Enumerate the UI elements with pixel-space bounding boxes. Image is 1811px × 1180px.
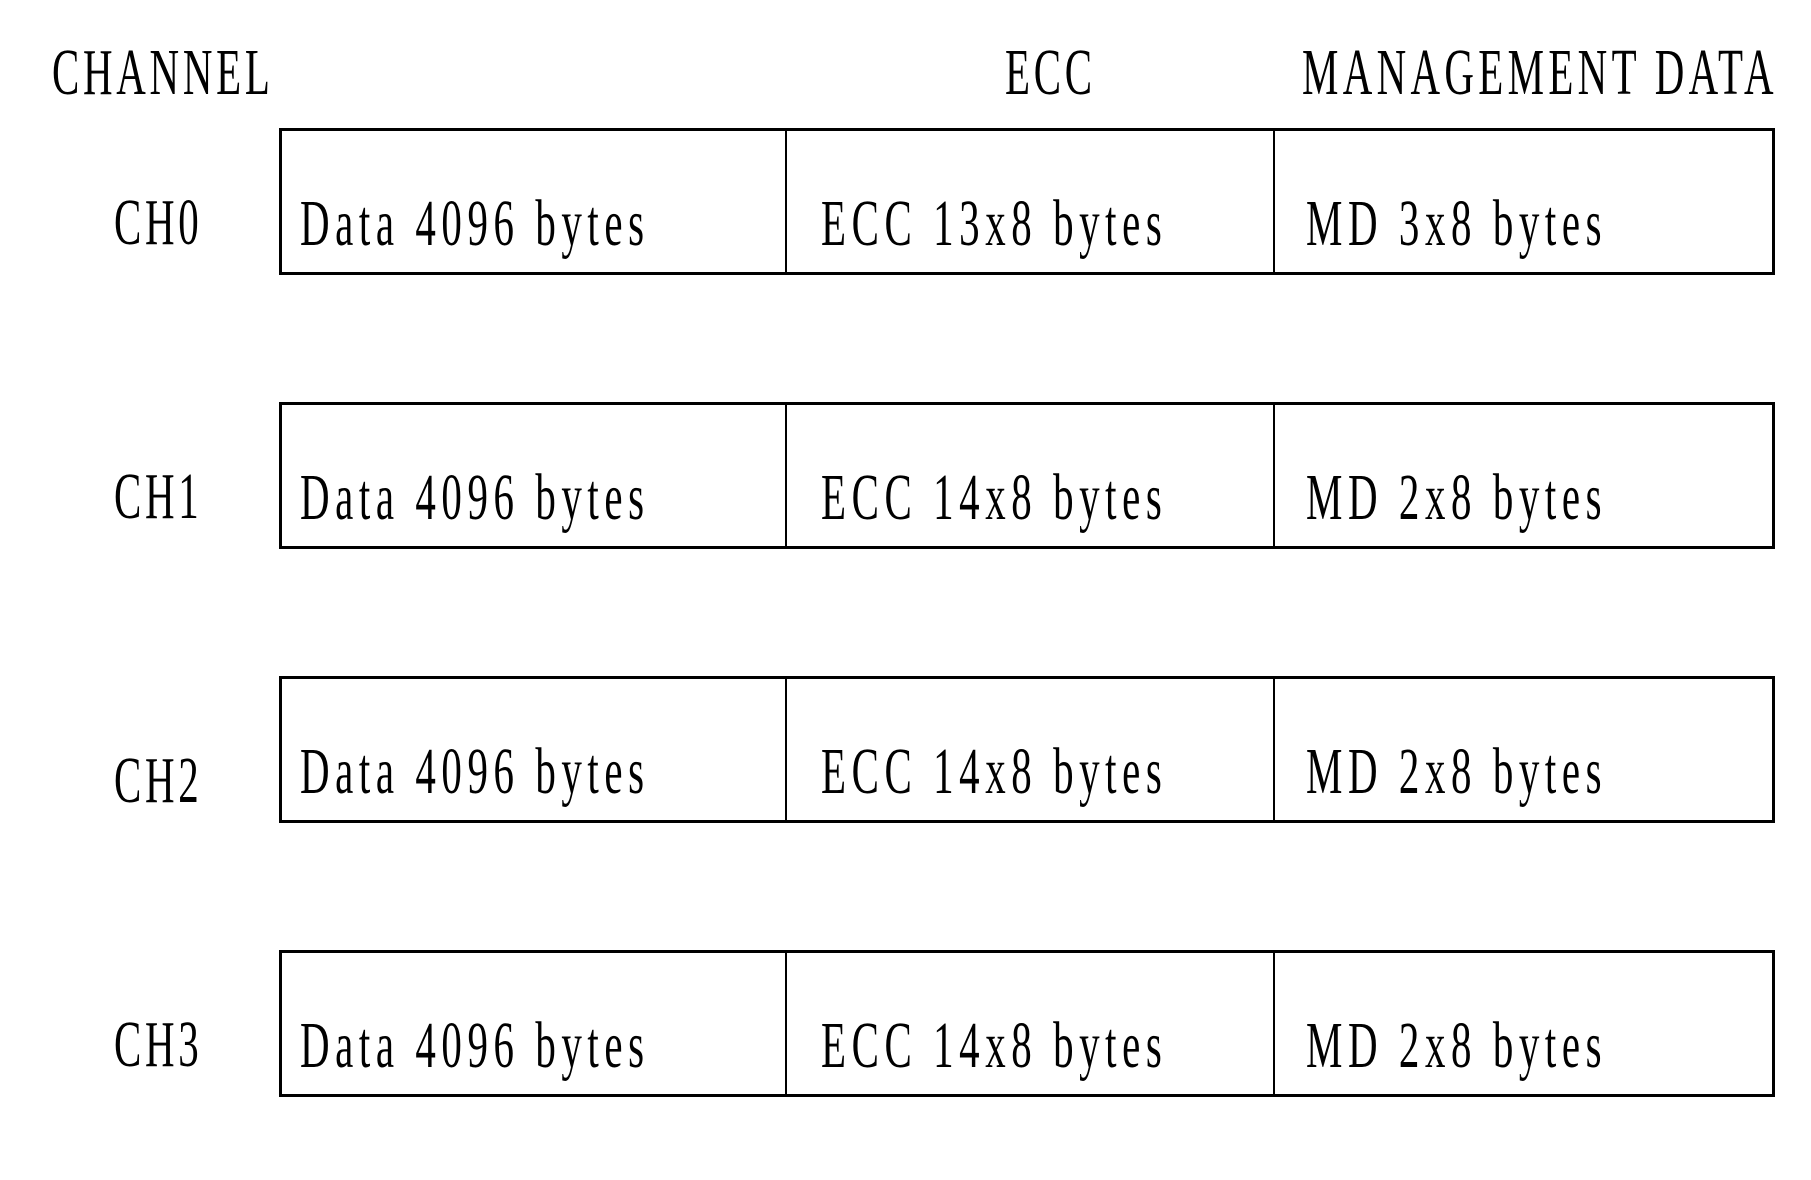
md-cell: MD 2x8 bytes	[1273, 405, 1774, 546]
header-ecc: ECC	[1005, 36, 1096, 109]
md-cell: MD 2x8 bytes	[1273, 679, 1774, 820]
ecc-cell: ECC 14x8 bytes	[785, 679, 1275, 820]
ecc-cell: ECC 14x8 bytes	[785, 405, 1275, 546]
channel-label: CH1	[114, 460, 203, 533]
header-channel: CHANNEL	[52, 36, 274, 109]
header-management-data: MANAGEMENT DATA	[1302, 36, 1778, 109]
page-layout-box: Data 4096 bytes ECC 14x8 bytes MD 2x8 by…	[279, 402, 1775, 549]
page-layout-box: Data 4096 bytes ECC 14x8 bytes MD 2x8 by…	[279, 950, 1775, 1097]
data-size-label: Data 4096 bytes	[300, 461, 650, 534]
channel-row-0: CH0 Data 4096 bytes ECC 13x8 bytes MD 3x…	[0, 128, 1811, 278]
md-cell: MD 3x8 bytes	[1273, 131, 1774, 272]
channel-row-1: CH1 Data 4096 bytes ECC 14x8 bytes MD 2x…	[0, 402, 1811, 552]
md-size-label: MD 2x8 bytes	[1306, 1009, 1608, 1082]
data-cell: Data 4096 bytes	[282, 405, 785, 546]
page-layout-box: Data 4096 bytes ECC 14x8 bytes MD 2x8 by…	[279, 676, 1775, 823]
ecc-cell: ECC 13x8 bytes	[785, 131, 1275, 272]
data-cell: Data 4096 bytes	[282, 131, 785, 272]
data-size-label: Data 4096 bytes	[300, 187, 650, 260]
md-size-label: MD 2x8 bytes	[1306, 735, 1608, 808]
channel-label: CH2	[114, 744, 203, 817]
ecc-size-label: ECC 14x8 bytes	[821, 461, 1168, 534]
data-size-label: Data 4096 bytes	[300, 1009, 650, 1082]
data-cell: Data 4096 bytes	[282, 679, 785, 820]
md-size-label: MD 3x8 bytes	[1306, 187, 1608, 260]
ecc-cell: ECC 14x8 bytes	[785, 953, 1275, 1094]
md-cell: MD 2x8 bytes	[1273, 953, 1774, 1094]
ecc-size-label: ECC 14x8 bytes	[821, 1009, 1168, 1082]
ecc-size-label: ECC 13x8 bytes	[821, 187, 1168, 260]
channel-label: CH0	[114, 186, 203, 259]
data-cell: Data 4096 bytes	[282, 953, 785, 1094]
ecc-size-label: ECC 14x8 bytes	[821, 735, 1168, 808]
channel-row-2: CH2 Data 4096 bytes ECC 14x8 bytes MD 2x…	[0, 676, 1811, 826]
data-size-label: Data 4096 bytes	[300, 735, 650, 808]
channel-row-3: CH3 Data 4096 bytes ECC 14x8 bytes MD 2x…	[0, 950, 1811, 1100]
md-size-label: MD 2x8 bytes	[1306, 461, 1608, 534]
page-layout-box: Data 4096 bytes ECC 13x8 bytes MD 3x8 by…	[279, 128, 1775, 275]
channel-label: CH3	[114, 1008, 203, 1081]
